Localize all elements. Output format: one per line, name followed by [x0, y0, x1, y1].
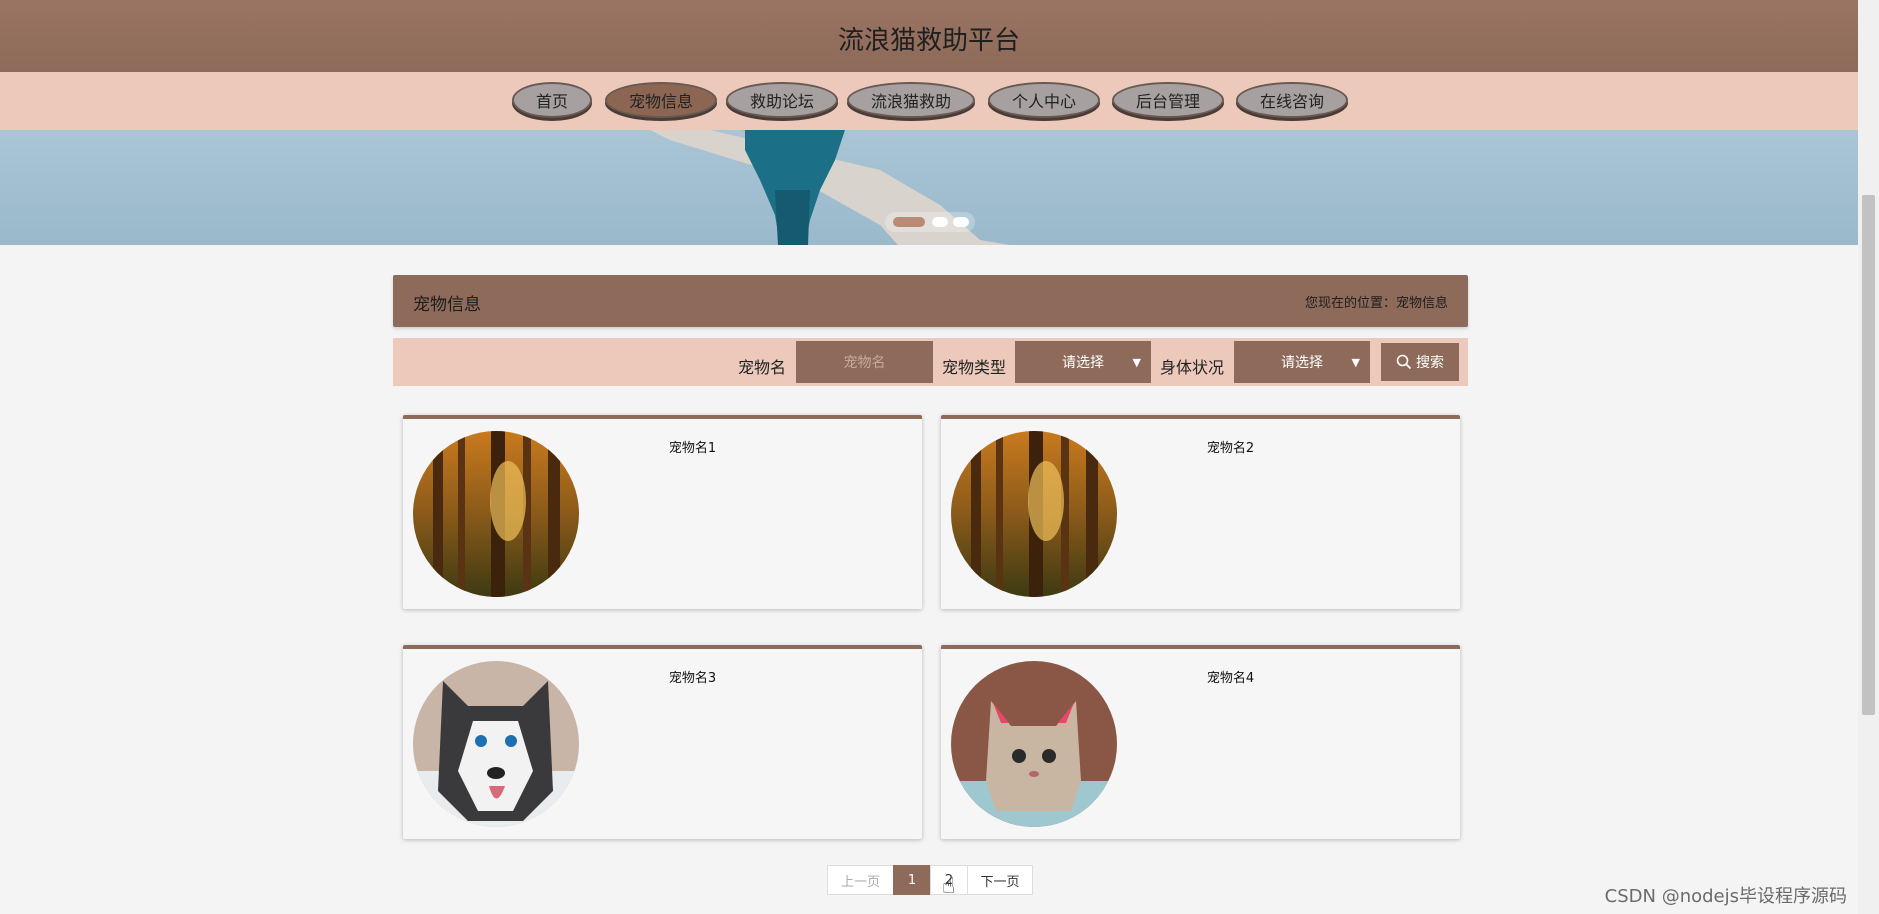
chevron-down-icon: ▼ — [1132, 356, 1141, 369]
breadcrumb-current[interactable]: 宠物信息 — [1396, 296, 1448, 311]
pet-name[interactable]: 宠物名1 — [403, 437, 922, 456]
carousel-dot[interactable] — [953, 217, 969, 227]
health-status-label: 身体状况 — [1160, 358, 1225, 377]
section-header: 宠物信息 您现在的位置：宠物信息 — [393, 275, 1468, 327]
carousel-dot[interactable] — [932, 217, 948, 227]
top-header: 流浪猫救助平台 — [0, 0, 1858, 72]
nav-item-home[interactable]: 首页 — [512, 82, 592, 118]
pet-card[interactable]: 宠物名1 — [403, 415, 922, 609]
pet-card[interactable]: 宠物名2 — [941, 415, 1460, 609]
page-scrollbar[interactable] — [1858, 0, 1879, 914]
nav-item-rescue[interactable]: 流浪猫救助 — [847, 82, 975, 118]
breadcrumb-label: 您现在的位置： — [1304, 296, 1396, 311]
pet-card[interactable]: 宠物名4 — [941, 645, 1460, 839]
search-button[interactable]: 搜索 — [1381, 343, 1459, 381]
pet-name[interactable]: 宠物名2 — [941, 437, 1460, 456]
carousel-dots — [885, 212, 975, 232]
pagination-next[interactable]: 下一页 — [967, 865, 1033, 895]
main-nav: 首页 宠物信息 救助论坛 流浪猫救助 个人中心 后台管理 在线咨询 — [0, 72, 1858, 130]
pet-type-label: 宠物类型 — [942, 358, 1007, 377]
health-status-select-value: 请选择 — [1281, 355, 1323, 371]
pet-type-select-value: 请选择 — [1062, 355, 1104, 371]
section-title: 宠物信息 — [413, 295, 481, 315]
search-bar: 宠物名 宠物名 宠物类型 请选择 ▼ 身体状况 请选择 ▼ 搜索 — [393, 338, 1468, 386]
pet-name-label: 宠物名 — [738, 358, 787, 377]
health-status-select[interactable]: 请选择 ▼ — [1234, 341, 1370, 383]
watermark: CSDN @nodejs毕设程序源码 — [1604, 886, 1847, 907]
nav-item-pet-info[interactable]: 宠物信息 — [605, 82, 717, 118]
nav-item-profile[interactable]: 个人中心 — [988, 82, 1100, 118]
site-title: 流浪猫救助平台 — [837, 26, 1020, 56]
nav-item-consult[interactable]: 在线咨询 — [1236, 82, 1348, 118]
banner-bird-image — [650, 130, 1010, 245]
pet-type-select[interactable]: 请选择 ▼ — [1015, 341, 1151, 383]
pet-name-input[interactable]: 宠物名 — [796, 341, 933, 383]
carousel-dot-active[interactable] — [893, 217, 925, 227]
scrollbar-thumb[interactable] — [1862, 195, 1875, 715]
chevron-down-icon: ▼ — [1351, 356, 1360, 369]
pet-name[interactable]: 宠物名4 — [941, 667, 1460, 686]
pagination-page-current[interactable]: 1 — [893, 865, 931, 895]
nav-item-admin[interactable]: 后台管理 — [1112, 82, 1224, 118]
breadcrumb: 您现在的位置：宠物信息 — [1305, 292, 1448, 311]
search-icon — [1396, 354, 1412, 370]
pet-card[interactable]: 宠物名3 — [403, 645, 922, 839]
pet-name[interactable]: 宠物名3 — [403, 667, 922, 686]
hand-cursor-icon: ☝ — [942, 874, 956, 899]
nav-item-forum[interactable]: 救助论坛 — [726, 82, 838, 118]
pagination-prev[interactable]: 上一页 — [827, 865, 894, 895]
search-button-label: 搜索 — [1416, 355, 1444, 371]
